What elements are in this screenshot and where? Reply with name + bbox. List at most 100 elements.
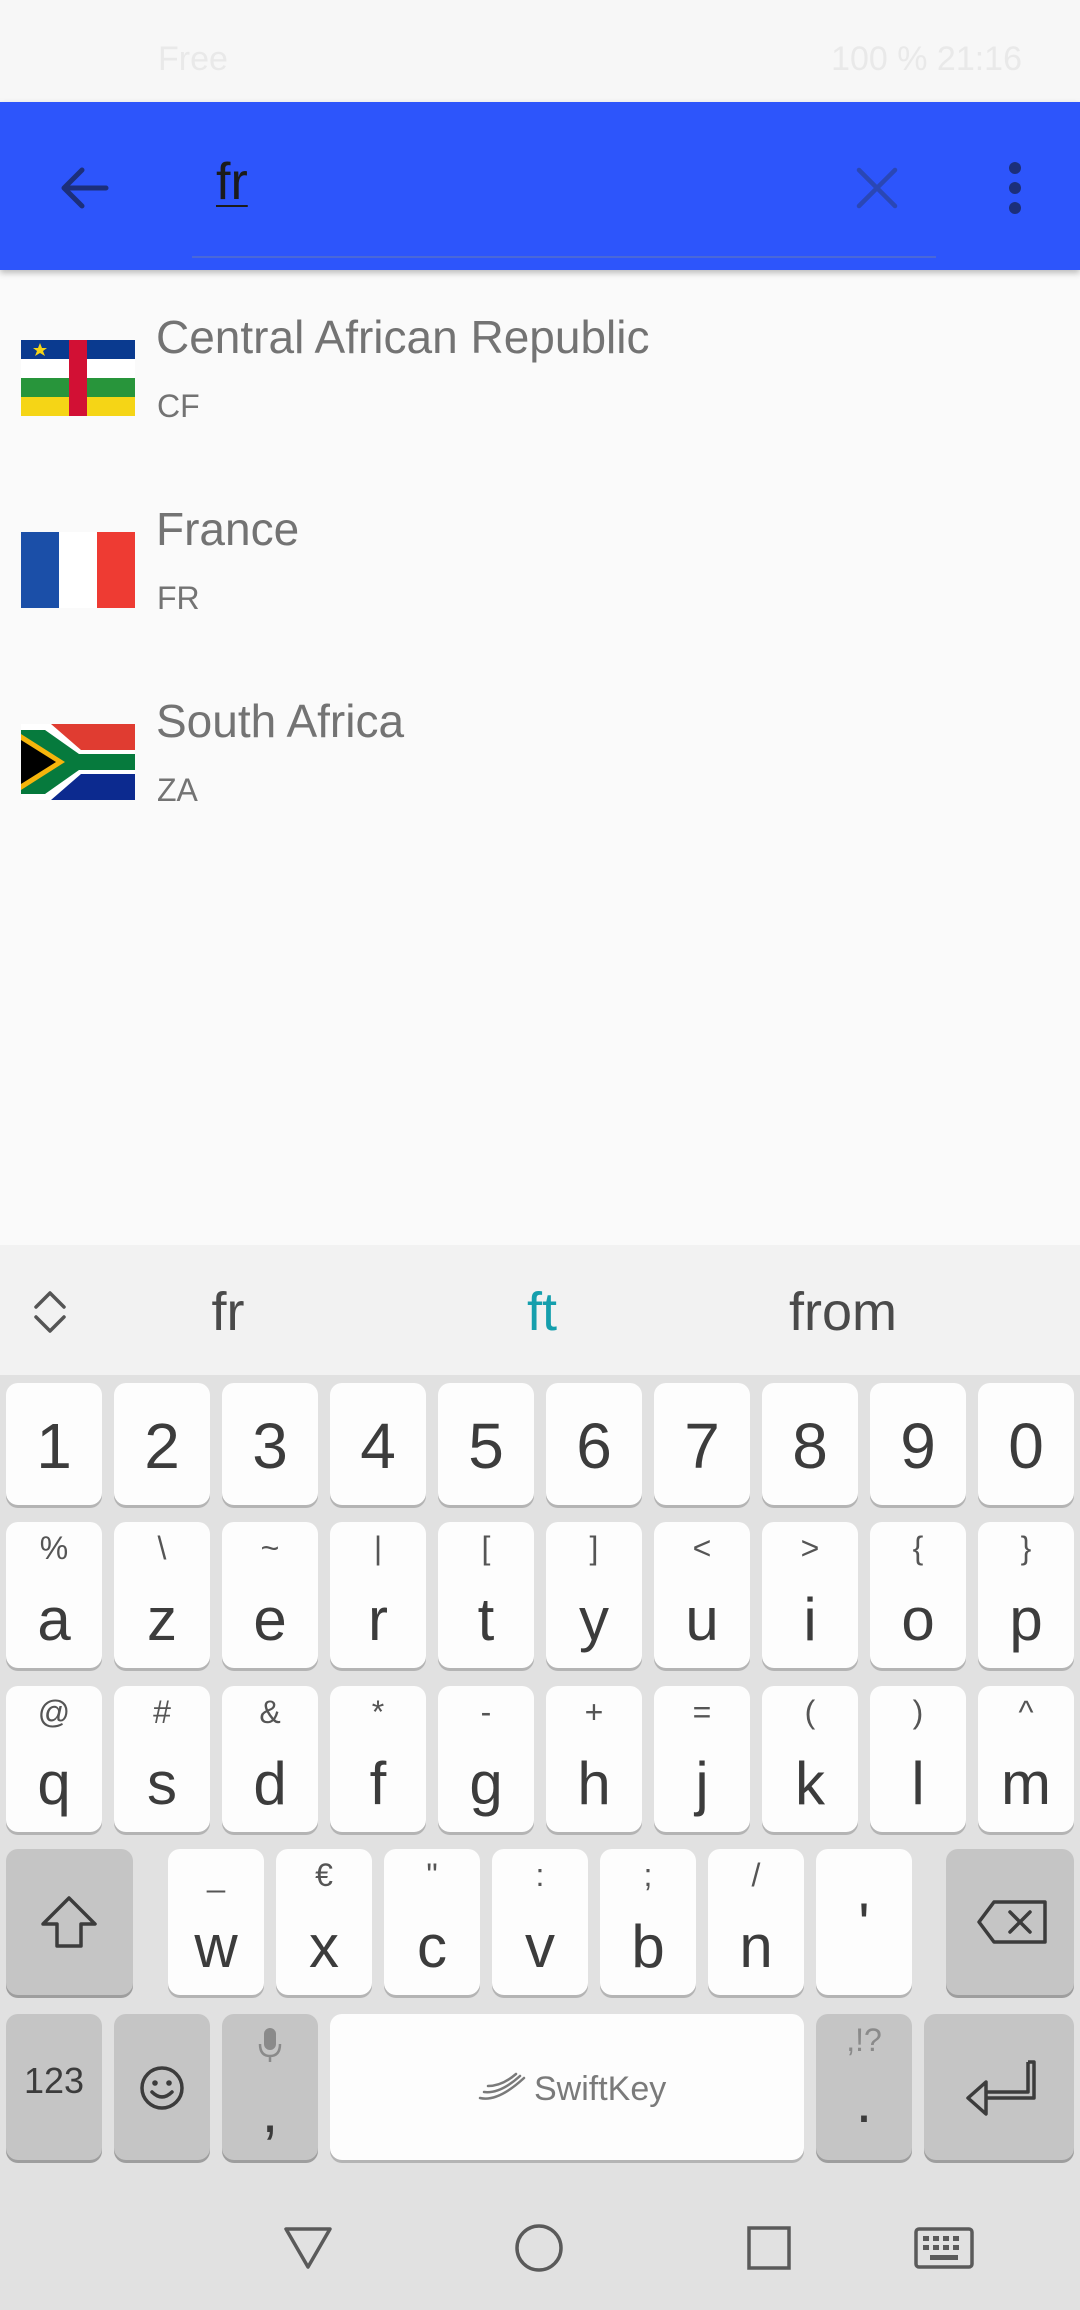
numbers-key[interactable]: 123 <box>6 2014 102 2160</box>
space-key[interactable]: SwiftKey <box>330 2014 804 2160</box>
key-alt-label: { <box>912 1530 924 1566</box>
emoji-key[interactable] <box>114 2014 210 2160</box>
shift-key[interactable] <box>6 1849 133 1995</box>
key-label: f <box>369 1750 387 1817</box>
key-g[interactable]: -g <box>438 1686 534 1832</box>
keyboard-switch-icon[interactable] <box>914 2227 974 2269</box>
key-w[interactable]: _ w <box>168 1849 264 1995</box>
suggestion-3[interactable]: from <box>713 1281 973 1343</box>
key-label: 7 <box>684 1410 720 1482</box>
expand-toolbar-icon[interactable] <box>28 1287 72 1337</box>
key-h[interactable]: + h <box>546 1686 642 1832</box>
key-b[interactable]: ; b <box>600 1849 696 1995</box>
key-alt-label: > <box>800 1530 820 1566</box>
key-1[interactable]: 1 <box>6 1383 102 1505</box>
nav-recents-icon[interactable] <box>746 2225 792 2271</box>
close-icon <box>856 167 898 209</box>
enter-key[interactable] <box>924 2014 1074 2160</box>
swiftkey-logo-icon <box>478 2072 526 2100</box>
key-label: 2 <box>144 1410 180 1482</box>
key-k[interactable]: (k <box>762 1686 858 1832</box>
key-y[interactable]: ] y <box>546 1522 642 1668</box>
key-q[interactable]: @ q <box>6 1686 102 1832</box>
status-bar: Free 100 % 21:16 <box>0 0 1080 102</box>
period-key[interactable]: ,!?. <box>816 2014 912 2160</box>
key-6[interactable]: 6 <box>546 1383 642 1505</box>
key-2[interactable]: 2 <box>114 1383 210 1505</box>
key-alt-label: + <box>584 1694 604 1730</box>
key-label: n <box>739 1913 773 1980</box>
key-alt-label: * <box>371 1694 385 1730</box>
key-v[interactable]: :v <box>492 1849 588 1995</box>
back-button[interactable] <box>44 148 124 228</box>
key-a[interactable]: % a <box>6 1522 102 1668</box>
key-label: c <box>417 1913 447 1980</box>
key-p[interactable]: } p <box>978 1522 1074 1668</box>
key-label: v <box>525 1913 555 1980</box>
key-o[interactable]: {o <box>870 1522 966 1668</box>
list-item[interactable]: Central African Republic CF <box>0 270 1080 462</box>
key-label: ' <box>858 1891 870 1958</box>
space-key-label: SwiftKey <box>534 2070 667 2108</box>
key-j[interactable]: = j <box>654 1686 750 1832</box>
key-e[interactable]: ~ e <box>222 1522 318 1668</box>
search-field[interactable]: fr <box>192 138 936 258</box>
key-5[interactable]: 5 <box>438 1383 534 1505</box>
key-label: x <box>309 1913 339 1980</box>
key-label: 6 <box>576 1410 612 1482</box>
key-7[interactable]: 7 <box>654 1383 750 1505</box>
backspace-key[interactable] <box>946 1849 1074 1995</box>
key-f[interactable]: * f <box>330 1686 426 1832</box>
country-code: FR <box>157 580 200 616</box>
flag-south-africa <box>21 724 135 800</box>
key-label: t <box>477 1586 495 1653</box>
key-u[interactable]: < u <box>654 1522 750 1668</box>
nav-back-icon[interactable] <box>282 2223 334 2271</box>
suggestion-1[interactable]: fr <box>98 1281 358 1343</box>
key-d[interactable]: & d <box>222 1686 318 1832</box>
key-n[interactable]: / n <box>708 1849 804 1995</box>
key-alt-label: / <box>751 1857 761 1893</box>
key-9[interactable]: 9 <box>870 1383 966 1505</box>
key-m[interactable]: ^ m <box>978 1686 1074 1832</box>
key-label: 8 <box>792 1410 828 1482</box>
key-t[interactable]: [t <box>438 1522 534 1668</box>
key-label: d <box>253 1750 287 1817</box>
key-3[interactable]: 3 <box>222 1383 318 1505</box>
key-c[interactable]: " c <box>384 1849 480 1995</box>
list-item[interactable]: France FR <box>0 462 1080 654</box>
key-z[interactable]: \ z <box>114 1522 210 1668</box>
keyboard: fr ft from 1 2 3 4 5 6 7 8 9 0 % a \ z ~ e … <box>0 1245 1080 2310</box>
key-label: k <box>795 1750 825 1817</box>
more-options-button[interactable] <box>980 148 1050 228</box>
key-alt-label: # <box>153 1694 171 1730</box>
suggestion-2[interactable]: ft <box>412 1281 672 1343</box>
country-name: France <box>156 503 300 555</box>
key-alt-label: < <box>692 1530 712 1566</box>
clear-search-button[interactable] <box>842 148 912 228</box>
key-label: a <box>37 1586 71 1653</box>
key-apostrophe[interactable]: ' <box>816 1849 912 1995</box>
key-0[interactable]: 0 <box>978 1383 1074 1505</box>
key-4[interactable]: 4 <box>330 1383 426 1505</box>
key-alt-label: € <box>315 1857 333 1893</box>
key-x[interactable]: € x <box>276 1849 372 1995</box>
arrow-back-icon <box>61 167 109 209</box>
key-label: , <box>261 2078 279 2145</box>
key-alt-label: ( <box>804 1694 816 1730</box>
key-r[interactable]: | r <box>330 1522 426 1668</box>
search-input[interactable]: fr <box>216 152 248 212</box>
key-l[interactable]: ) l <box>870 1686 966 1832</box>
key-alt-label: ) <box>912 1694 924 1730</box>
key-alt-label: | <box>373 1530 383 1566</box>
key-label: s <box>147 1750 177 1817</box>
key-s[interactable]: # s <box>114 1686 210 1832</box>
nav-home-icon[interactable] <box>514 2223 564 2273</box>
key-label: 1 <box>36 1410 72 1482</box>
key-label: . <box>855 2068 873 2135</box>
comma-key[interactable]: , <box>222 2014 318 2160</box>
key-i[interactable]: > i <box>762 1522 858 1668</box>
key-8[interactable]: 8 <box>762 1383 858 1505</box>
list-item[interactable]: South Africa ZA <box>0 654 1080 846</box>
more-vert-icon <box>1009 162 1021 214</box>
